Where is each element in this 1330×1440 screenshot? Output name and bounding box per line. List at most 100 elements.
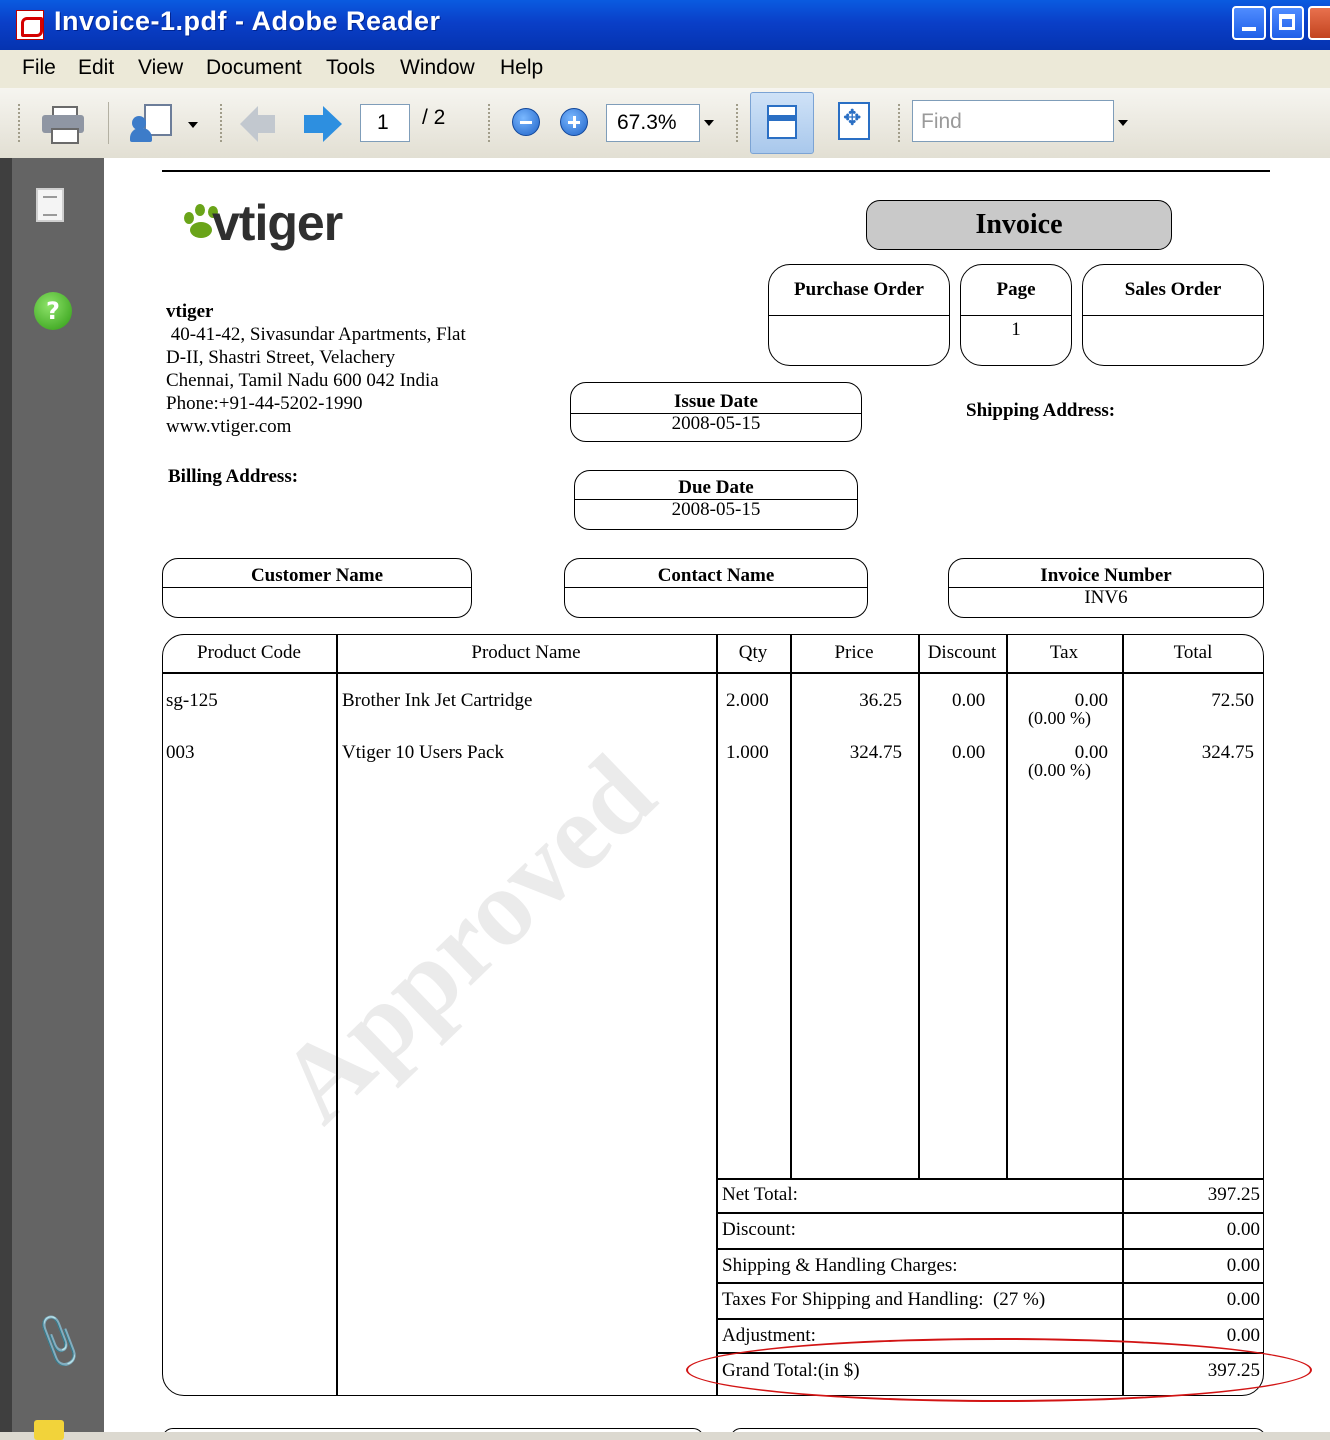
summary-divider [716,1212,1264,1214]
panel-edge [0,158,12,1432]
toolbar-separator [108,102,109,144]
page-count: / 2 [422,106,446,129]
issue-date-box: Issue Date 2008-05-15 [570,382,862,442]
menu-window[interactable]: Window [400,56,475,80]
title-bar: Invoice-1.pdf - Adobe Reader [0,0,1330,50]
chevron-down-icon[interactable] [188,122,198,128]
logo-text: vtiger [212,195,343,251]
top-rule [162,170,1270,172]
row1-qty: 2.000 [726,690,769,711]
navigation-panel: ? 📎 [0,158,104,1440]
company-address-line2: D-II, Shastri Street, Velachery [166,347,396,368]
toolbar-grip[interactable] [18,104,24,142]
shipping-tax-value: 0.00 [1226,1289,1260,1310]
help-icon[interactable]: ? [34,292,72,330]
comments-icon[interactable] [34,1420,64,1440]
due-date-box: Due Date 2008-05-15 [574,470,858,530]
issue-date-label: Issue Date [571,383,861,414]
discount-label: Discount: [722,1219,796,1240]
discount-value: 0.00 [1226,1219,1260,1240]
invoice-number-box: Invoice Number INV6 [948,558,1264,618]
minimize-button[interactable] [1232,6,1266,40]
summary-divider [716,1248,1264,1250]
adjustment-value: 0.00 [1226,1325,1260,1346]
shipping-charges-label: Shipping & Handling Charges: [722,1255,958,1276]
find-input[interactable]: Find [912,100,1114,142]
col-total: Total [1173,642,1213,663]
invoice-title: Invoice [866,200,1172,250]
toolbar: 1 / 2 67.3% Find [0,88,1330,159]
row2-discount: 0.00 [952,742,986,763]
collaborate-icon[interactable] [130,104,174,142]
pdf-page: vtiger Invoice vtiger 40-41-42, Sivasund… [104,158,1330,1432]
menu-bar: File Edit View Document Tools Window Hel… [0,50,1330,88]
page-value: 1 [1011,319,1021,340]
toolbar-grip[interactable] [488,104,494,142]
page-box: Page 1 [960,264,1072,366]
print-icon[interactable] [42,106,84,144]
column-divider [1006,634,1008,1178]
row1-discount: 0.00 [952,690,986,711]
row1-name: Brother Ink Jet Cartridge [342,690,533,711]
shipping-tax-label: Taxes For Shipping and Handling: (27 %) [722,1289,1046,1310]
row2-code: 003 [166,742,195,763]
company-address-line1: 40-41-42, Sivasundar Apartments, Flat [166,324,466,345]
maximize-button[interactable] [1270,6,1304,40]
page-label: Page [961,265,1071,316]
shipping-charges-value: 0.00 [1226,1255,1260,1276]
company-website: www.vtiger.com [166,416,292,437]
column-divider [716,634,718,1178]
fit-width-icon [767,105,797,139]
fit-width-button[interactable] [750,92,814,154]
table-header-divider [162,672,1264,674]
row2-qty: 1.000 [726,742,769,763]
close-button[interactable] [1308,6,1330,40]
toolbar-grip[interactable] [736,104,742,142]
contact-name-box: Contact Name [564,558,868,618]
footer-box [162,1428,704,1432]
menu-edit[interactable]: Edit [78,56,114,80]
invoice-number-label: Invoice Number [949,559,1263,588]
row2-price: 324.75 [849,742,902,763]
row2-tax-percent: (0.00 %) [1028,760,1091,780]
previous-page-icon[interactable] [240,106,278,142]
zoom-in-icon[interactable] [560,108,588,136]
document-view[interactable]: vtiger Invoice vtiger 40-41-42, Sivasund… [104,158,1330,1432]
zoom-dropdown-icon[interactable] [704,120,714,126]
menu-view[interactable]: View [138,56,183,80]
zoom-out-icon[interactable] [512,108,540,136]
row1-code: sg-125 [166,690,218,711]
attachment-icon[interactable]: 📎 [27,1311,90,1372]
toolbar-grip[interactable] [898,104,904,142]
fit-page-icon[interactable] [838,102,870,140]
sales-order-box: Sales Order [1082,264,1264,366]
col-tax: Tax [1049,642,1079,663]
net-total-label: Net Total: [722,1184,798,1205]
pages-icon[interactable] [36,188,64,222]
toolbar-grip[interactable] [220,104,226,142]
menu-tools[interactable]: Tools [326,56,375,80]
page-number-input[interactable]: 1 [360,104,410,142]
column-divider [790,634,792,1178]
menu-file[interactable]: File [22,56,56,80]
next-page-icon[interactable] [304,106,342,142]
col-qty: Qty [738,642,768,663]
column-divider [918,634,920,1178]
find-dropdown-icon[interactable] [1118,120,1128,126]
customer-name-label: Customer Name [163,559,471,588]
row1-total: 72.50 [1211,690,1254,711]
adjustment-label: Adjustment: [722,1325,816,1346]
row1-price: 36.25 [859,690,902,711]
col-price: Price [834,642,874,663]
adobe-pdf-icon [16,10,44,40]
zoom-input[interactable]: 67.3% [606,104,700,142]
company-phone: Phone:+91-44-5202-1990 [166,393,363,414]
col-product-name: Product Name [471,642,581,663]
company-name: vtiger [166,301,214,322]
menu-help[interactable]: Help [500,56,543,80]
billing-address-label: Billing Address: [168,466,299,487]
menu-document[interactable]: Document [206,56,302,80]
row2-name: Vtiger 10 Users Pack [342,742,504,763]
issue-date-value: 2008-05-15 [671,413,761,434]
summary-divider [716,1318,1264,1320]
